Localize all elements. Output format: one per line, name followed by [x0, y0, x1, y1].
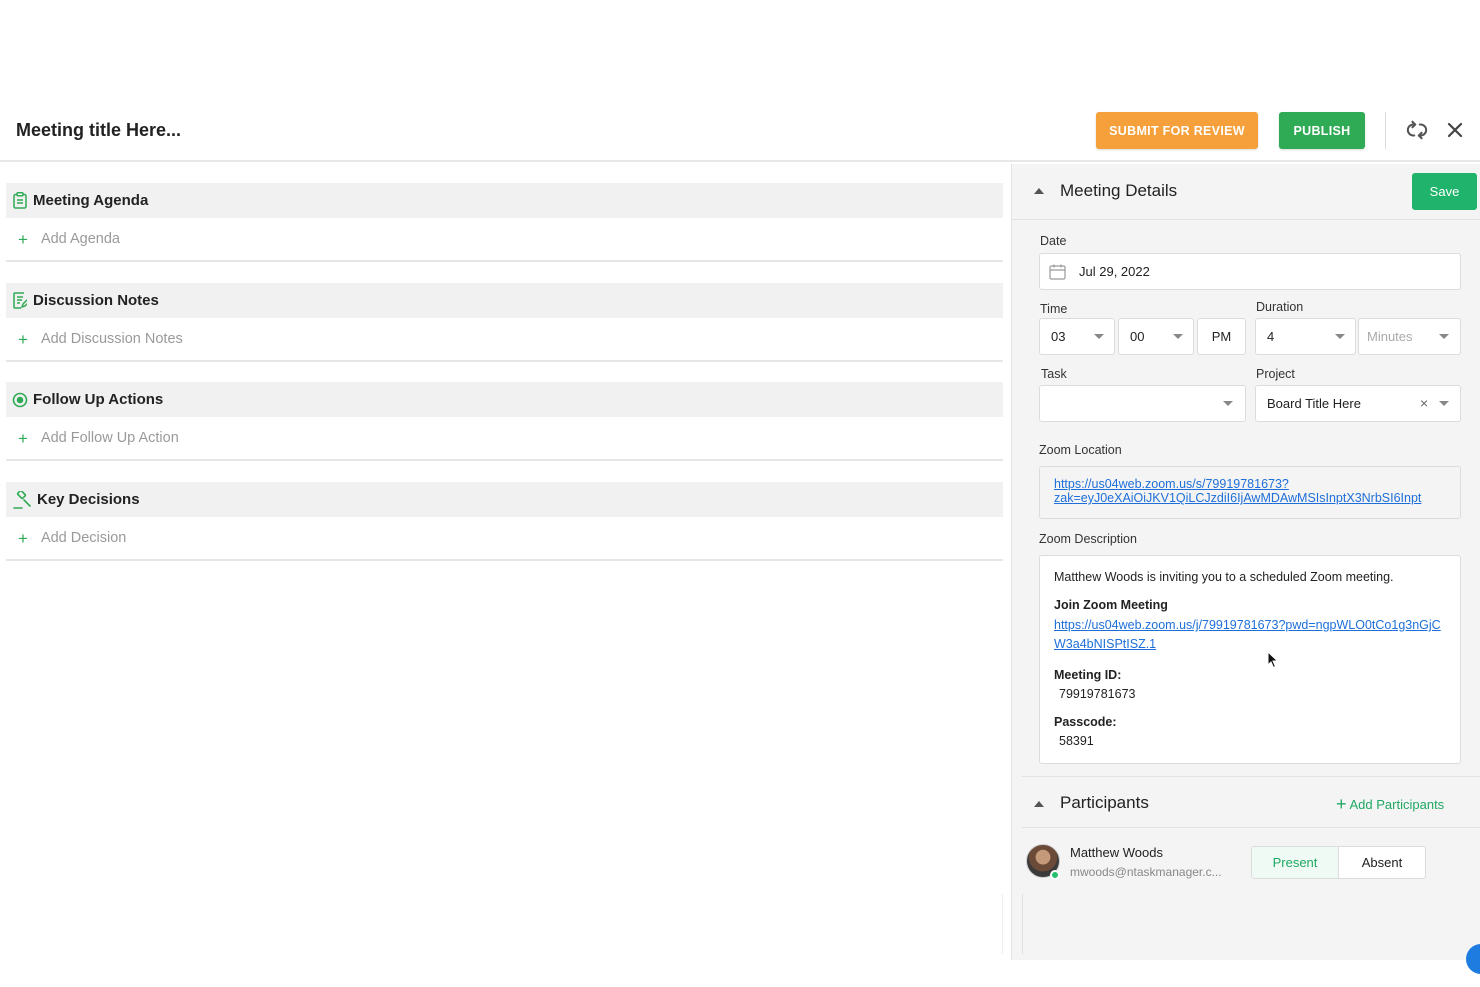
- collapse-caret-icon[interactable]: [1034, 801, 1044, 807]
- ampm-value: PM: [1211, 329, 1232, 344]
- publish-button[interactable]: PUBLISH: [1279, 112, 1365, 149]
- plus-icon: +: [1336, 794, 1347, 814]
- notes-panel: Meeting Agenda + Add Agenda Discussion N…: [0, 164, 1004, 960]
- clipboard-icon: [12, 192, 28, 210]
- zoom-description-field[interactable]: Matthew Woods is inviting you to a sched…: [1039, 555, 1461, 764]
- section-header[interactable]: Follow Up Actions: [6, 382, 1003, 417]
- submit-for-review-button[interactable]: SUBMIT FOR REVIEW: [1096, 112, 1258, 149]
- participant-row: Matthew Woods mwoods@ntaskmanager.c... P…: [1026, 842, 1476, 886]
- section-title: Key Decisions: [37, 491, 140, 508]
- chevron-down-icon: [1439, 401, 1449, 406]
- section-follow-up-actions: Follow Up Actions + Add Follow Up Action: [6, 382, 1003, 462]
- section-discussion-notes: Discussion Notes + Add Discussion Notes: [6, 283, 1003, 363]
- add-label: Add Decision: [40, 530, 127, 546]
- close-icon[interactable]: [1443, 118, 1467, 142]
- participant-email: mwoods@ntaskmanager.c...: [1070, 865, 1222, 879]
- section-title: Follow Up Actions: [33, 391, 164, 408]
- date-label: Date: [1040, 234, 1067, 248]
- add-discussion-notes-button[interactable]: + Add Discussion Notes: [6, 318, 1003, 362]
- duration-value: 4: [1267, 329, 1275, 344]
- participants-header: Participants + Add Participants: [1022, 776, 1480, 828]
- top-header: Meeting title Here... SUBMIT FOR REVIEW …: [0, 100, 1480, 162]
- zoom-invite-text: Matthew Woods is inviting you to a sched…: [1054, 570, 1394, 584]
- chat-widget-button[interactable]: [1466, 944, 1480, 974]
- plus-icon: +: [18, 229, 28, 249]
- add-label: Add Discussion Notes: [40, 331, 183, 347]
- chevron-down-icon: [1223, 401, 1233, 406]
- zoom-location-field[interactable]: https://us04web.zoom.us/s/79919781673? z…: [1039, 466, 1461, 519]
- meeting-details-header: Meeting Details Save: [1012, 164, 1480, 220]
- section-title: Meeting Agenda: [33, 192, 149, 209]
- meeting-id-value: 79919781673: [1059, 687, 1136, 701]
- gavel-icon: [12, 490, 32, 509]
- meeting-id-label: Meeting ID:: [1054, 668, 1122, 682]
- zoom-location-link-line2[interactable]: zak=eyJ0eXAiOiJKV1QiLCJzdiI6IjAwMDAwMSIs…: [1054, 491, 1460, 505]
- add-label: Add Agenda: [40, 231, 120, 247]
- divider: [1022, 894, 1023, 954]
- mouse-cursor-icon: [1267, 650, 1279, 669]
- zoom-location-label: Zoom Location: [1039, 443, 1122, 457]
- passcode-value: 58391: [1059, 734, 1094, 748]
- chevron-down-icon: [1094, 334, 1104, 339]
- duration-select[interactable]: 4: [1255, 318, 1356, 355]
- add-agenda-button[interactable]: + Add Agenda: [6, 218, 1003, 262]
- project-select[interactable]: Board Title Here ×: [1255, 385, 1461, 422]
- join-zoom-label: Join Zoom Meeting: [1054, 598, 1168, 612]
- divider: [1002, 894, 1003, 954]
- page-title[interactable]: Meeting title Here...: [16, 120, 181, 141]
- participant-name: Matthew Woods: [1070, 845, 1163, 860]
- present-button[interactable]: Present: [1252, 847, 1339, 878]
- target-icon: [12, 391, 28, 409]
- ampm-toggle[interactable]: PM: [1197, 318, 1246, 355]
- section-header[interactable]: Meeting Agenda: [6, 183, 1003, 218]
- passcode-label: Passcode:: [1054, 715, 1117, 729]
- chevron-down-icon: [1173, 334, 1183, 339]
- online-status-dot: [1050, 870, 1060, 880]
- plus-icon: +: [18, 528, 28, 548]
- absent-button[interactable]: Absent: [1339, 847, 1425, 878]
- chevron-down-icon: [1335, 334, 1345, 339]
- participants-title: Participants: [1060, 793, 1149, 812]
- date-field[interactable]: Jul 29, 2022: [1039, 253, 1461, 290]
- minute-select[interactable]: 00: [1118, 318, 1194, 355]
- date-value: Jul 29, 2022: [1079, 264, 1150, 279]
- hour-value: 03: [1051, 329, 1066, 344]
- section-header[interactable]: Key Decisions: [6, 482, 1003, 517]
- task-select[interactable]: [1039, 385, 1246, 422]
- project-label: Project: [1256, 367, 1295, 381]
- section-title: Discussion Notes: [33, 292, 159, 309]
- task-label: Task: [1041, 367, 1067, 381]
- hour-select[interactable]: 03: [1039, 318, 1115, 355]
- header-divider: [1385, 112, 1386, 149]
- add-decision-button[interactable]: + Add Decision: [6, 517, 1003, 561]
- calendar-icon: [1049, 264, 1066, 280]
- add-participants-label: Add Participants: [1349, 796, 1445, 812]
- duration-unit-select[interactable]: Minutes: [1358, 318, 1461, 355]
- minute-value: 00: [1130, 329, 1145, 344]
- plus-icon: +: [18, 428, 28, 448]
- add-participants-button[interactable]: + Add Participants: [1336, 795, 1444, 813]
- time-label: Time: [1040, 302, 1068, 316]
- join-zoom-link[interactable]: https://us04web.zoom.us/j/79919781673?pw…: [1054, 616, 1446, 654]
- attendance-toggle: Present Absent: [1251, 846, 1426, 879]
- section-meeting-agenda: Meeting Agenda + Add Agenda: [6, 183, 1003, 263]
- zoom-description-label: Zoom Description: [1039, 532, 1137, 546]
- meeting-details-panel: Meeting Details Save Date Jul 29, 2022 T…: [1011, 164, 1480, 974]
- section-key-decisions: Key Decisions + Add Decision: [6, 482, 1003, 562]
- project-value: Board Title Here: [1267, 396, 1361, 411]
- collapse-caret-icon[interactable]: [1034, 188, 1044, 194]
- duration-label: Duration: [1256, 300, 1304, 314]
- zoom-location-link-line1[interactable]: https://us04web.zoom.us/s/79919781673?: [1054, 477, 1460, 491]
- plus-icon: +: [18, 329, 28, 349]
- save-button[interactable]: Save: [1412, 173, 1477, 210]
- add-follow-up-action-button[interactable]: + Add Follow Up Action: [6, 417, 1003, 461]
- section-header[interactable]: Discussion Notes: [6, 283, 1003, 318]
- meeting-details-title: Meeting Details: [1060, 181, 1178, 200]
- duration-unit-placeholder: Minutes: [1367, 329, 1413, 344]
- clear-icon[interactable]: ×: [1420, 395, 1428, 411]
- chevron-down-icon: [1439, 334, 1449, 339]
- notes-icon: [12, 292, 28, 310]
- sync-icon[interactable]: [1405, 118, 1429, 142]
- add-label: Add Follow Up Action: [40, 430, 179, 446]
